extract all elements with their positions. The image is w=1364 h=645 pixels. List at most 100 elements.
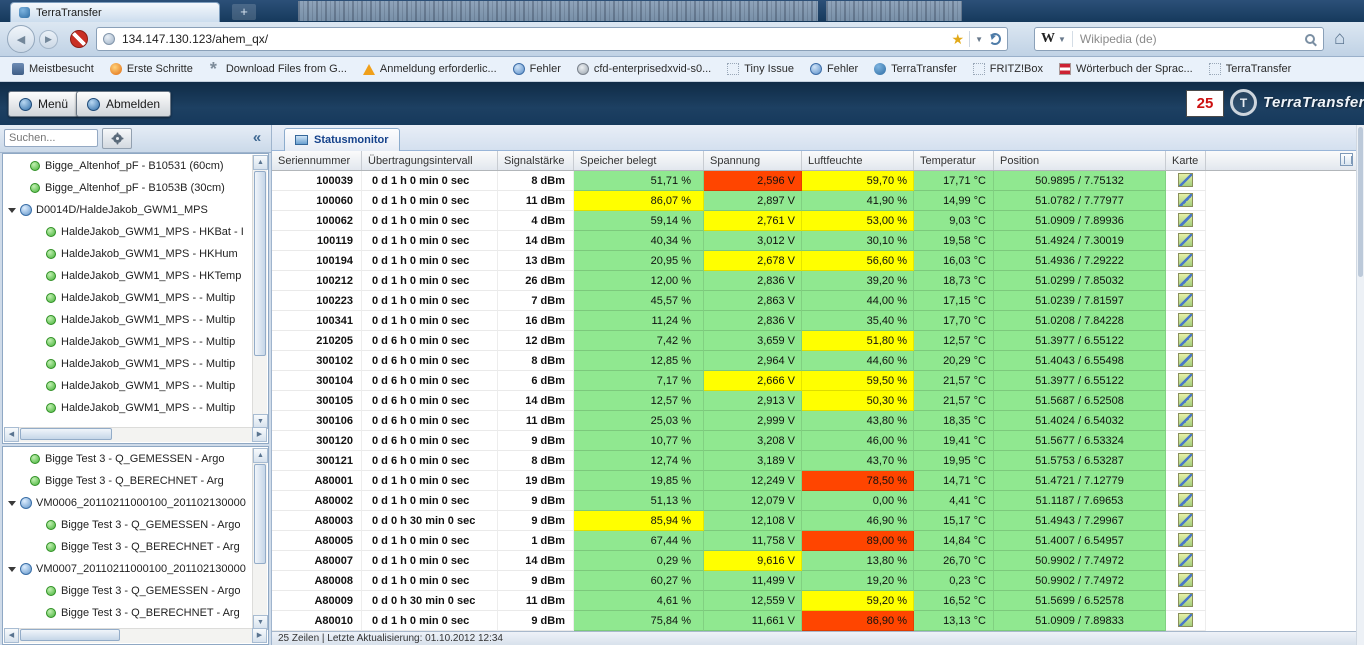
forward-button[interactable]: ▶	[39, 30, 58, 49]
map-icon[interactable]	[1178, 353, 1193, 367]
reload-icon[interactable]	[989, 33, 1001, 45]
column-header-temperatur[interactable]: Temperatur	[914, 151, 994, 170]
logout-button[interactable]: Abmelden	[76, 91, 171, 117]
bookmark-item[interactable]: TerraTransfer	[866, 59, 965, 79]
bookmark-item[interactable]: Meistbesucht	[4, 59, 102, 79]
map-icon[interactable]	[1178, 213, 1193, 227]
map-icon[interactable]	[1178, 193, 1193, 207]
map-icon[interactable]	[1178, 473, 1193, 487]
scroll-left-button[interactable]: ◀	[4, 628, 19, 643]
scroll-left-button[interactable]: ◀	[4, 427, 19, 442]
tree-item[interactable]: HaldeJakob_GWM1_MPS - HKTemp	[3, 265, 252, 287]
map-icon[interactable]	[1178, 173, 1193, 187]
map-icon[interactable]	[1178, 513, 1193, 527]
url-dropdown-icon[interactable]: ▼	[975, 35, 983, 44]
tab-statusmonitor[interactable]: Statusmonitor	[284, 128, 400, 151]
tree-item[interactable]: Bigge Test 3 - Q_BERECHNET - Arg	[3, 470, 252, 492]
tree-item[interactable]: Bigge Test 3 - Q_GEMESSEN - Argo	[3, 514, 252, 536]
table-row[interactable]: 3001050 d 6 h 0 min 0 sec14 dBm12,57 %2,…	[272, 391, 1356, 411]
bookmark-item[interactable]: cfd-enterprisedxvid-s0...	[569, 59, 719, 79]
map-icon[interactable]	[1178, 453, 1193, 467]
scroll-right-button[interactable]: ▶	[252, 628, 267, 643]
table-row[interactable]: 3001020 d 6 h 0 min 0 sec8 dBm12,85 %2,9…	[272, 351, 1356, 371]
map-icon[interactable]	[1178, 573, 1193, 587]
scroll-up-button[interactable]: ▲	[253, 155, 268, 170]
scrollbar-thumb[interactable]	[254, 464, 266, 564]
map-icon[interactable]	[1178, 233, 1193, 247]
map-icon[interactable]	[1178, 293, 1193, 307]
tree-item[interactable]: Bigge Test 3 - Q_BERECHNET - Arg	[3, 602, 252, 624]
table-row[interactable]: A800090 d 0 h 30 min 0 sec11 dBm4,61 %12…	[272, 591, 1356, 611]
bookmark-item[interactable]: TerraTransfer	[1201, 59, 1300, 79]
map-icon[interactable]	[1178, 393, 1193, 407]
tree-item[interactable]: HaldeJakob_GWM1_MPS - - Multip	[3, 397, 252, 419]
table-row[interactable]: A800020 d 1 h 0 min 0 sec9 dBm51,13 %12,…	[272, 491, 1356, 511]
tree-item[interactable]: HaldeJakob_GWM1_MPS - HKBat - I	[3, 221, 252, 243]
table-row[interactable]: A800030 d 0 h 30 min 0 sec9 dBm85,94 %12…	[272, 511, 1356, 531]
window-scrollbar[interactable]	[1356, 125, 1364, 645]
table-row[interactable]: 1000600 d 1 h 0 min 0 sec11 dBm86,07 %2,…	[272, 191, 1356, 211]
map-icon[interactable]	[1178, 553, 1193, 567]
horizontal-scrollbar[interactable]: ◀ ▶	[4, 628, 267, 643]
expander-icon[interactable]	[8, 501, 16, 506]
column-header-uebertragungsintervall[interactable]: Übertragungsintervall	[362, 151, 498, 170]
table-row[interactable]: 3001040 d 6 h 0 min 0 sec6 dBm7,17 %2,66…	[272, 371, 1356, 391]
search-engine-dropdown-icon[interactable]: ▼	[1058, 35, 1066, 44]
table-row[interactable]: 3001210 d 6 h 0 min 0 sec8 dBm12,74 %3,1…	[272, 451, 1356, 471]
table-row[interactable]: A800100 d 1 h 0 min 0 sec9 dBm75,84 %11,…	[272, 611, 1356, 631]
column-header-signalstaerke[interactable]: Signalstärke	[498, 151, 574, 170]
bookmark-item[interactable]: Anmeldung erforderlic...	[355, 59, 505, 79]
bookmark-star-icon[interactable]: ★	[952, 32, 965, 46]
tree-item[interactable]: HaldeJakob_GWM1_MPS - HKHum	[3, 243, 252, 265]
column-header-luftfeuchte[interactable]: Luftfeuchte	[802, 151, 914, 170]
sidebar-collapse-button[interactable]: «	[248, 128, 266, 148]
tree-item[interactable]: Bigge Test 3 - Q_BERECHNET - Arg	[3, 536, 252, 558]
search-icon[interactable]	[1304, 33, 1317, 46]
vertical-scrollbar[interactable]: ▲ ▼	[252, 155, 267, 429]
back-button[interactable]: ◀	[7, 25, 35, 53]
scrollbar-thumb[interactable]	[20, 428, 112, 440]
tree-item[interactable]: Bigge_Altenhof_pF - B10531 (60cm)	[3, 155, 252, 177]
table-row[interactable]: A800070 d 1 h 0 min 0 sec14 dBm0,29 %9,6…	[272, 551, 1356, 571]
table-row[interactable]: 2102050 d 6 h 0 min 0 sec12 dBm7,42 %3,6…	[272, 331, 1356, 351]
scrollbar-thumb[interactable]	[1358, 127, 1363, 277]
map-icon[interactable]	[1178, 373, 1193, 387]
bookmark-item[interactable]: FRITZ!Box	[965, 59, 1051, 79]
table-row[interactable]: 1003410 d 1 h 0 min 0 sec16 dBm11,24 %2,…	[272, 311, 1356, 331]
addon-button-icon[interactable]	[70, 30, 88, 48]
tree-item[interactable]: HaldeJakob_GWM1_MPS - - Multip	[3, 331, 252, 353]
expander-icon[interactable]	[8, 208, 16, 213]
column-header-seriennummer[interactable]: Seriennummer	[272, 151, 362, 170]
scroll-right-button[interactable]: ▶	[252, 427, 267, 442]
table-row[interactable]: 3001200 d 6 h 0 min 0 sec9 dBm10,77 %3,2…	[272, 431, 1356, 451]
table-row[interactable]: 1002120 d 1 h 0 min 0 sec26 dBm12,00 %2,…	[272, 271, 1356, 291]
scroll-up-button[interactable]: ▲	[253, 448, 268, 463]
table-row[interactable]: 1002230 d 1 h 0 min 0 sec7 dBm45,57 %2,8…	[272, 291, 1356, 311]
map-icon[interactable]	[1178, 433, 1193, 447]
bookmark-item[interactable]: Download Files from G...	[201, 59, 355, 79]
home-button[interactable]: ⌂	[1334, 27, 1345, 51]
table-row[interactable]: 1000620 d 1 h 0 min 0 sec4 dBm59,14 %2,7…	[272, 211, 1356, 231]
sidebar-settings-button[interactable]	[102, 128, 132, 149]
tree-item[interactable]: HaldeJakob_GWM1_MPS - - Multip	[3, 287, 252, 309]
bookmark-item[interactable]: Tiny Issue	[719, 59, 802, 79]
table-row[interactable]: A800050 d 1 h 0 min 0 sec1 dBm67,44 %11,…	[272, 531, 1356, 551]
search-engine-icon[interactable]: W	[1041, 31, 1055, 47]
sidebar-search-input[interactable]	[4, 129, 98, 147]
tree-item[interactable]: D0014D/HaldeJakob_GWM1_MPS	[3, 199, 252, 221]
vertical-scrollbar[interactable]: ▲ ▼	[252, 448, 267, 630]
horizontal-scrollbar[interactable]: ◀ ▶	[4, 427, 267, 442]
map-icon[interactable]	[1178, 533, 1193, 547]
table-row[interactable]: 1001940 d 1 h 0 min 0 sec13 dBm20,95 %2,…	[272, 251, 1356, 271]
table-row[interactable]: 1001190 d 1 h 0 min 0 sec14 dBm40,34 %3,…	[272, 231, 1356, 251]
tree-item[interactable]: VM0006_20110211000100_201102130000	[3, 492, 252, 514]
column-header-position[interactable]: Position	[994, 151, 1166, 170]
map-icon[interactable]	[1178, 333, 1193, 347]
bookmark-item[interactable]: Fehler	[802, 59, 866, 79]
bookmark-item[interactable]: Fehler	[505, 59, 569, 79]
menu-button[interactable]: Menü	[8, 91, 79, 117]
map-icon[interactable]	[1178, 273, 1193, 287]
url-text[interactable]: 134.147.130.123/ahem_qx/	[122, 32, 952, 46]
scrollbar-thumb[interactable]	[254, 171, 266, 356]
tree-item[interactable]: HaldeJakob_GWM1_MPS - - Multip	[3, 353, 252, 375]
